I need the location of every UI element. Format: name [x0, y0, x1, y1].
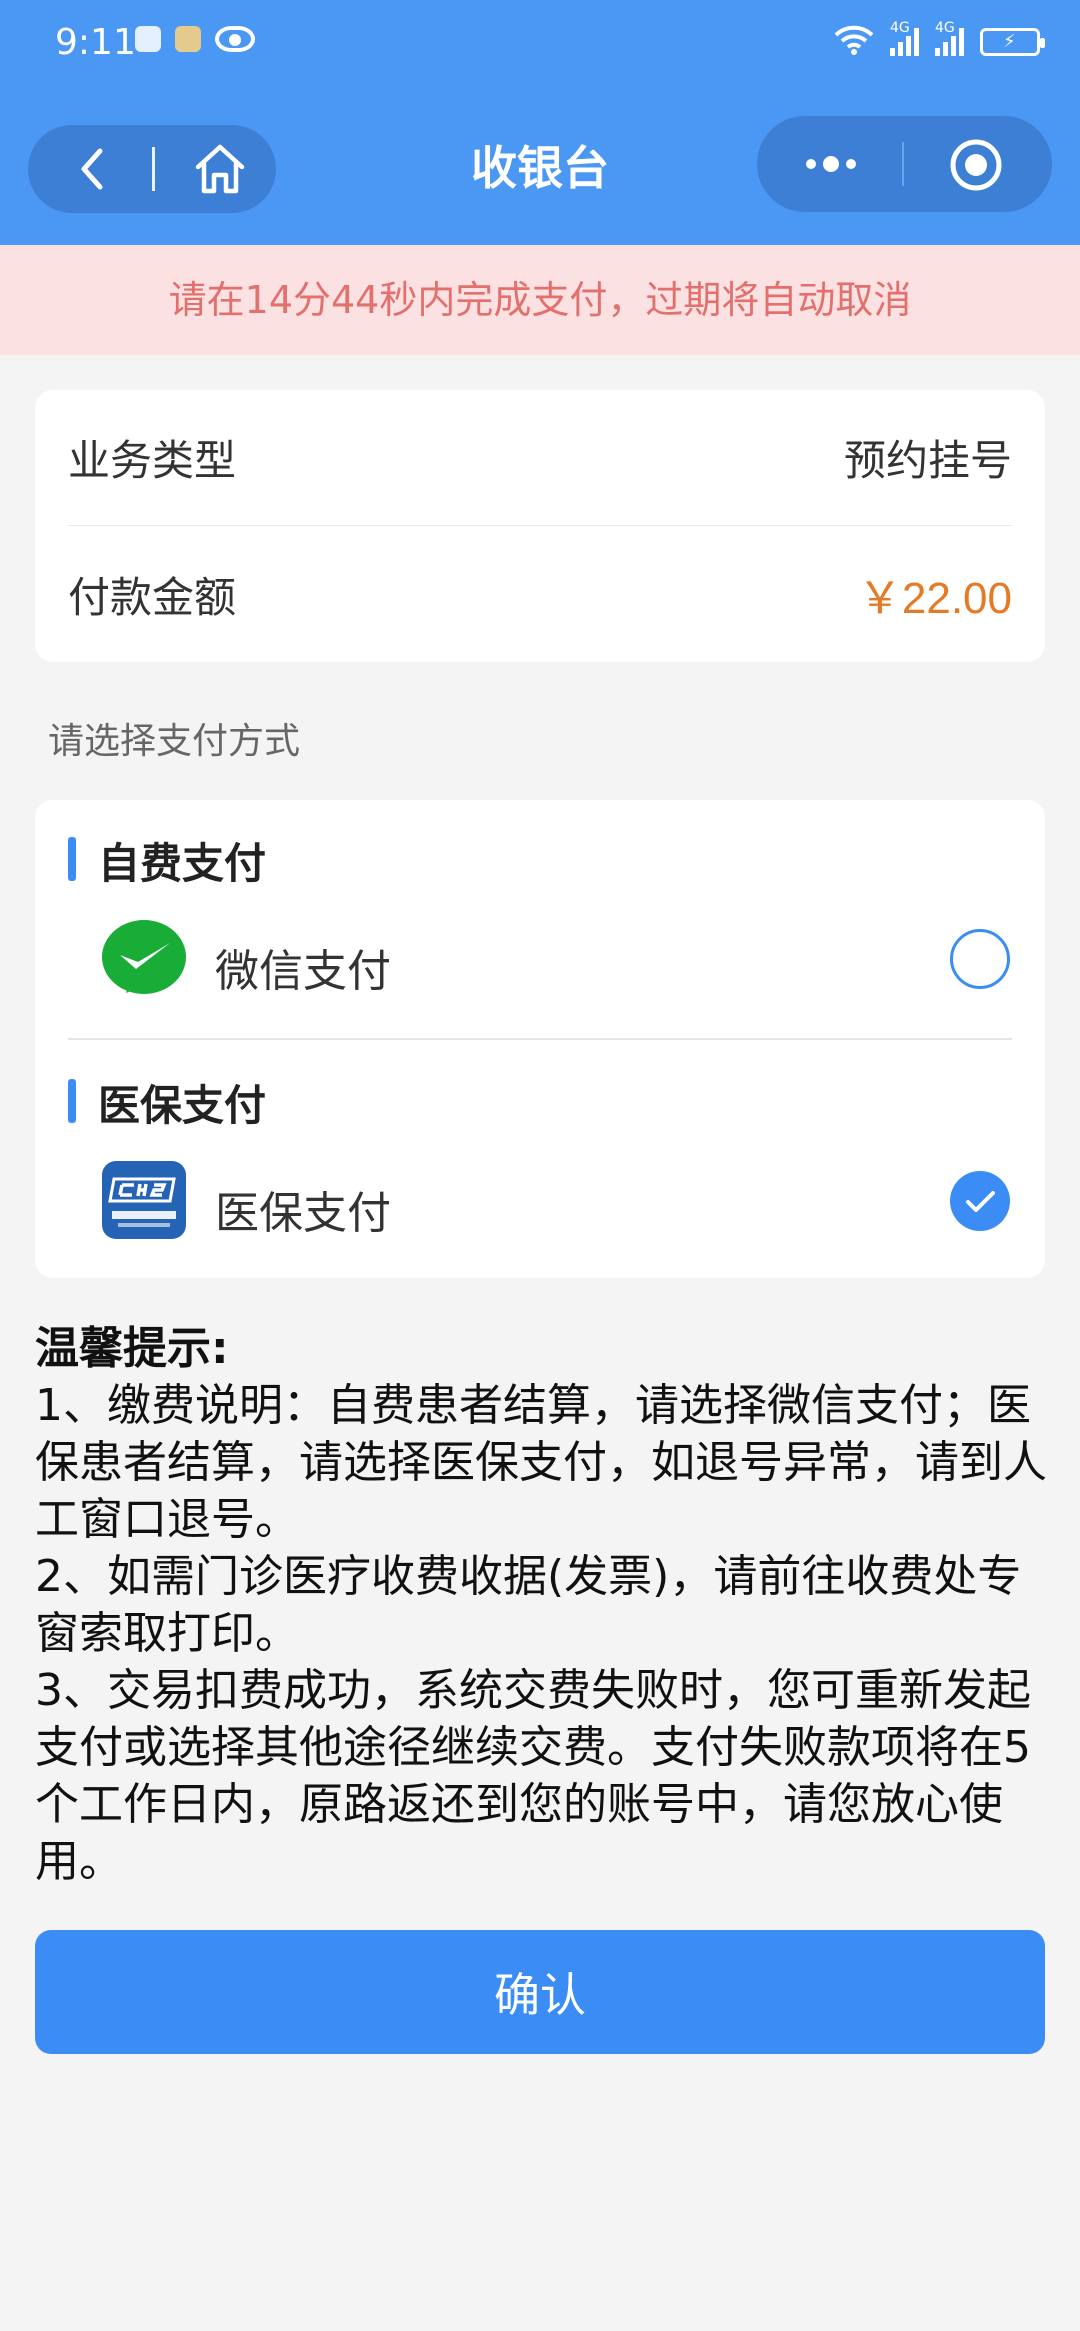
insurance-pay-radio[interactable]: [950, 1171, 1010, 1231]
business-type-value: 预约挂号: [843, 436, 1012, 485]
nav-capsule-right: [757, 116, 1052, 212]
wechat-pay-radio[interactable]: [950, 929, 1010, 989]
signal-icon: 4G: [890, 20, 919, 56]
business-type-label: 业务类型: [68, 436, 237, 485]
divider: [902, 142, 904, 186]
checkmark-icon: [966, 1191, 995, 1212]
target-icon: [950, 139, 1002, 191]
countdown-banner: 请在14分44秒内完成支付，过期将自动取消: [0, 245, 1080, 355]
chs-medical-insurance-icon: [102, 1161, 186, 1239]
order-info-card: 业务类型 预约挂号 付款金额 ￥22.00: [35, 390, 1045, 662]
status-time: 9:11: [55, 22, 136, 63]
tips-section: 温馨提示: 1、缴费说明：自费患者结算，请选择微信支付；医保患者结算，请选择医保…: [35, 1320, 1055, 1890]
tips-title: 温馨提示:: [35, 1323, 229, 1374]
amount-value: ￥22.00: [857, 574, 1012, 623]
wechat-pay-label: 微信支付: [215, 946, 391, 997]
insurance-pay-option[interactable]: 医保支付: [100, 1147, 1010, 1257]
payment-methods-card: 自费支付 微信支付 医保支付 医保支付: [35, 800, 1045, 1278]
status-bar: 9:11 4G 4G ⚡: [0, 0, 1080, 90]
wechat-pay-icon: [102, 920, 186, 994]
eye-icon: [215, 26, 255, 52]
wifi-icon: [834, 25, 874, 55]
more-dots-icon: [806, 156, 856, 172]
confirm-button[interactable]: 确认: [35, 1930, 1045, 2054]
amount-row: 付款金额 ￥22.00: [68, 526, 1012, 662]
insurance-pay-label: 医保支付: [215, 1188, 391, 1239]
battery-icon: ⚡: [980, 28, 1045, 56]
tip-line: 3、交易扣费成功，系统交费失败时，您可重新发起支付或选择其他途径继续交费。支付失…: [35, 1665, 1031, 1887]
app-notification-icon: [175, 26, 201, 52]
insurance-pay-group-title: 医保支付: [68, 1072, 266, 1133]
wechat-pay-option[interactable]: 微信支付: [100, 905, 1010, 1015]
tip-line: 2、如需门诊医疗收费收据(发票)，请前往收费处专窗索取打印。: [35, 1551, 1022, 1659]
more-button[interactable]: [791, 134, 871, 194]
amount-label: 付款金额: [68, 572, 237, 622]
close-miniprogram-button[interactable]: [947, 136, 1005, 194]
tip-line: 1、缴费说明：自费患者结算，请选择微信支付；医保患者结算，请选择医保支付，如退号…: [35, 1380, 1047, 1545]
payment-section-hint: 请选择支付方式: [48, 721, 301, 762]
app-notification-icon: [135, 26, 161, 52]
self-pay-group-title: 自费支付: [68, 830, 266, 891]
divider: [68, 1038, 1012, 1040]
system-status-icons: 4G 4G ⚡: [834, 20, 1045, 56]
notification-icons: [135, 26, 255, 52]
top-bar: 9:11 4G 4G ⚡ 收银台: [0, 0, 1080, 245]
business-type-row: 业务类型 预约挂号: [68, 390, 1012, 526]
signal-icon: 4G: [935, 20, 964, 56]
